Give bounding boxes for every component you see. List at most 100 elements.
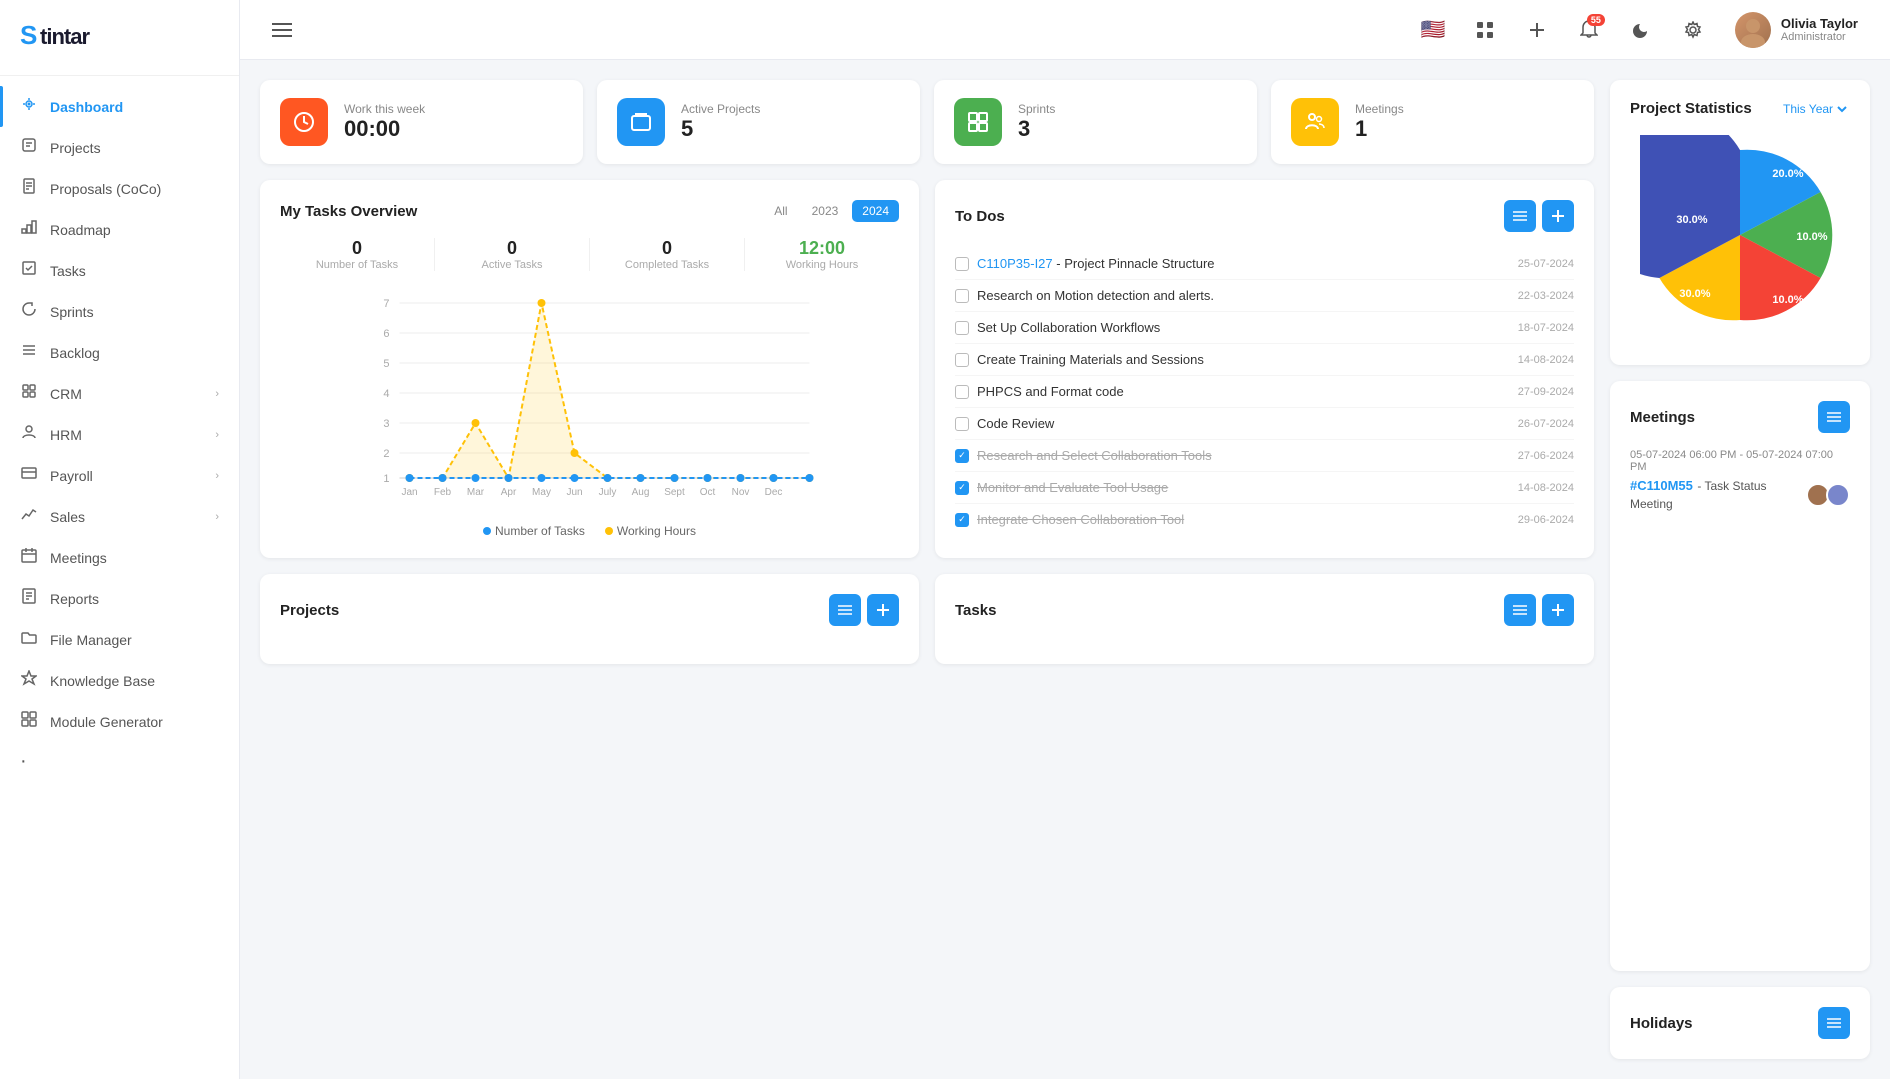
todo-link-1[interactable]: C110P35-I27 (977, 256, 1053, 271)
active-tasks-label: Active Tasks (435, 259, 589, 271)
user-profile[interactable]: Olivia Taylor Administrator (1727, 8, 1866, 52)
todo-checkbox-7[interactable]: ✓ (955, 449, 969, 463)
stat-cards: Work this week 00:00 Active Projects 5 (260, 80, 1594, 164)
sidebar-item-knowledge-base[interactable]: Knowledge Base (0, 660, 239, 701)
todos-header: To Dos (955, 200, 1574, 232)
todo-item-4: Create Training Materials and Sessions 1… (955, 344, 1574, 376)
work-week-label: Work this week (344, 102, 425, 116)
sidebar-item-module-generator[interactable]: Module Generator (0, 701, 239, 742)
sidebar-item-proposals[interactable]: Proposals (CoCo) (0, 168, 239, 209)
tasks-list-button[interactable] (1504, 594, 1536, 626)
sidebar-item-backlog[interactable]: Backlog (0, 332, 239, 373)
todo-checkbox-5[interactable] (955, 385, 969, 399)
todos-title: To Dos (955, 208, 1005, 225)
sidebar-item-meetings[interactable]: Meetings (0, 537, 239, 578)
todo-item-3: Set Up Collaboration Workflows 18-07-202… (955, 312, 1574, 344)
dark-mode-icon[interactable] (1623, 12, 1659, 48)
sidebar-item-hrm[interactable]: HRM › (0, 414, 239, 455)
payroll-icon (20, 465, 38, 486)
sidebar-item-crm[interactable]: CRM › (0, 373, 239, 414)
sidebar-item-payroll[interactable]: Payroll › (0, 455, 239, 496)
todo-text-2: Research on Motion detection and alerts. (977, 288, 1510, 303)
todo-checkbox-6[interactable] (955, 417, 969, 431)
svg-text:30.0%: 30.0% (1676, 214, 1707, 226)
notification-bell-icon[interactable]: 55 (1571, 12, 1607, 48)
filter-tab-2024[interactable]: 2024 (852, 200, 899, 222)
todo-checkbox-8[interactable]: ✓ (955, 481, 969, 495)
project-stats-period-select[interactable]: This Year (1779, 101, 1850, 117)
sidebar-label-tasks: Tasks (50, 263, 86, 279)
nav-dot: · (0, 742, 239, 781)
payroll-arrow: › (215, 470, 219, 482)
holidays-list-button[interactable] (1818, 1007, 1850, 1039)
todo-checkbox-4[interactable] (955, 353, 969, 367)
svg-text:10.0%: 10.0% (1796, 231, 1827, 243)
roadmap-icon (20, 219, 38, 240)
projects-btn-group (829, 594, 899, 626)
sprints-info: Sprints 3 (1018, 102, 1055, 142)
tasks-overview-card: My Tasks Overview All 2023 2024 0 Number… (260, 180, 919, 558)
sidebar-item-dashboard[interactable]: Dashboard (0, 86, 239, 127)
todo-text-4: Create Training Materials and Sessions (977, 352, 1510, 367)
sidebar-item-file-manager[interactable]: File Manager (0, 619, 239, 660)
active-tasks-value: 0 (435, 238, 589, 259)
todo-checkbox-9[interactable]: ✓ (955, 513, 969, 527)
todo-date-1: 25-07-2024 (1518, 258, 1574, 270)
todo-item-2: Research on Motion detection and alerts.… (955, 280, 1574, 312)
apps-icon[interactable] (1467, 12, 1503, 48)
stat-card-active-projects: Active Projects 5 (597, 80, 920, 164)
active-projects-value: 5 (681, 116, 760, 142)
projects-list-button[interactable] (829, 594, 861, 626)
todo-checkbox-2[interactable] (955, 289, 969, 303)
tasks-card-header: Tasks (955, 594, 1574, 626)
sidebar-item-projects[interactable]: Projects (0, 127, 239, 168)
settings-icon[interactable] (1675, 12, 1711, 48)
projects-add-button[interactable] (867, 594, 899, 626)
completed-tasks-value: 0 (590, 238, 744, 259)
work-week-info: Work this week 00:00 (344, 102, 425, 142)
tasks-add-button[interactable] (1542, 594, 1574, 626)
todo-checkbox-3[interactable] (955, 321, 969, 335)
work-week-value: 00:00 (344, 116, 425, 142)
svg-text:30.0%: 30.0% (1679, 288, 1710, 300)
menu-toggle-button[interactable] (264, 12, 300, 48)
sidebar-label-projects: Projects (50, 140, 101, 156)
todo-date-7: 27-06-2024 (1518, 450, 1574, 462)
todos-add-button[interactable] (1542, 200, 1574, 232)
todo-checkbox-1[interactable] (955, 257, 969, 271)
knowledge-base-icon (20, 670, 38, 691)
todo-item-1: C110P35-I27 - Project Pinnacle Structure… (955, 248, 1574, 280)
sidebar-item-tasks[interactable]: Tasks (0, 250, 239, 291)
svg-text:Oct: Oct (700, 487, 716, 498)
todo-item-8: ✓ Monitor and Evaluate Tool Usage 14-08-… (955, 472, 1574, 504)
svg-text:Mar: Mar (467, 487, 485, 498)
meeting-link[interactable]: #C110M55 (1630, 478, 1693, 493)
svg-text:Jun: Jun (566, 487, 582, 498)
todo-item-5: PHPCS and Format code 27-09-2024 (955, 376, 1574, 408)
todo-text-1: C110P35-I27 - Project Pinnacle Structure (977, 256, 1510, 271)
plus-icon[interactable] (1519, 12, 1555, 48)
sidebar-label-hrm: HRM (50, 427, 82, 443)
svg-text:3: 3 (383, 418, 389, 430)
work-week-icon (280, 98, 328, 146)
working-hours-value: 12:00 (745, 238, 899, 259)
holidays-header: Holidays (1630, 1007, 1850, 1039)
sidebar-item-reports[interactable]: Reports (0, 578, 239, 619)
sidebar-label-backlog: Backlog (50, 345, 100, 361)
meetings-list-button[interactable] (1818, 401, 1850, 433)
working-hours-label: Working Hours (745, 259, 899, 271)
working-hours-stat: 12:00 Working Hours (745, 238, 899, 271)
filter-tab-2023[interactable]: 2023 (802, 200, 849, 222)
sidebar-item-sprints[interactable]: Sprints (0, 291, 239, 332)
bottom-row: Projects Tasks (260, 574, 1594, 664)
user-name: Olivia Taylor (1781, 16, 1858, 31)
sidebar-item-sales[interactable]: Sales › (0, 496, 239, 537)
sidebar-item-roadmap[interactable]: Roadmap (0, 209, 239, 250)
flag-icon[interactable]: 🇺🇸 (1415, 12, 1451, 48)
filter-tab-all[interactable]: All (764, 200, 797, 222)
todo-date-6: 26-07-2024 (1518, 418, 1574, 430)
tasks-card: Tasks (935, 574, 1594, 664)
todos-list-button[interactable] (1504, 200, 1536, 232)
dashboard-left: Work this week 00:00 Active Projects 5 (260, 80, 1594, 1059)
sidebar: S tintar Dashboard Projects Proposals (C… (0, 0, 240, 1079)
